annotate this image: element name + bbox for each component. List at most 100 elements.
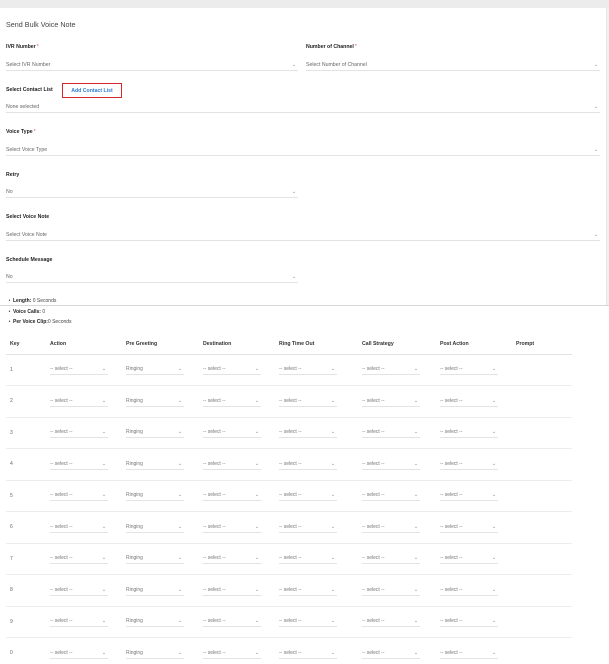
table-row: 7 -- select -- ⌄ Ringing ⌄ -- select -- ⌄ -- se… [6,543,572,575]
post-action-select-value: -- select -- [440,523,463,530]
ring-time-out-select[interactable]: -- select -- ⌄ [279,585,337,596]
contact-list-select[interactable]: None selected ⌄ [6,101,600,113]
voice-note-select[interactable]: Select Voice Note ⌄ [6,229,600,241]
destination-select[interactable]: -- select -- ⌄ [203,490,261,502]
pre-greeting-select[interactable]: Ringing ⌄ [126,490,184,502]
action-select[interactable]: -- select -- ⌄ [50,522,108,533]
chevron-down-icon: ⌄ [177,492,183,499]
destination-cell: -- select -- ⌄ [199,385,275,418]
ring-time-out-select-value: -- select -- [279,429,302,436]
pre-greeting-select[interactable]: Ringing ⌄ [126,522,184,533]
ring-time-out-select[interactable]: -- select -- ⌄ [279,616,337,628]
ring-time-out-select-value: -- select -- [279,649,302,656]
call-strategy-select[interactable]: -- select -- ⌄ [362,427,420,439]
post-action-select[interactable]: -- select -- ⌄ [440,585,498,596]
post-action-select[interactable]: -- select -- ⌄ [440,427,498,439]
retry-select[interactable]: No ⌄ [6,186,298,198]
action-select[interactable]: -- select -- ⌄ [50,396,108,407]
pre-greeting-select[interactable]: Ringing ⌄ [126,459,184,470]
ring-time-out-select[interactable]: -- select -- ⌄ [279,364,337,376]
destination-select[interactable]: -- select -- ⌄ [203,522,261,533]
chevron-down-icon: ⌄ [330,366,336,373]
pre-greeting-select[interactable]: Ringing ⌄ [126,585,184,596]
pre-greeting-select[interactable]: Ringing ⌄ [126,396,184,407]
pre-greeting-select[interactable]: Ringing ⌄ [126,616,184,628]
post-action-select[interactable]: -- select -- ⌄ [440,648,498,659]
call-strategy-select[interactable]: -- select -- ⌄ [362,585,420,596]
ring-time-out-select[interactable]: -- select -- ⌄ [279,427,337,439]
schedule-message-select[interactable]: No ⌄ [6,271,298,283]
pre-greeting-cell: Ringing ⌄ [122,574,199,607]
key-cell: 3 [6,417,46,449]
chevron-down-icon: ⌄ [330,492,336,499]
action-select[interactable]: -- select -- ⌄ [50,364,108,376]
call-strategy-select[interactable]: -- select -- ⌄ [362,616,420,628]
ring-time-out-select[interactable]: -- select -- ⌄ [279,522,337,533]
action-cell: -- select -- ⌄ [46,417,122,449]
table-row: 2 -- select -- ⌄ Ringing ⌄ -- select -- ⌄ -- se… [6,385,572,418]
voice-note-placeholder: Select Voice Note [6,231,47,238]
table-header-row: Key Action Pre Greeting Destination Ring… [6,334,572,355]
ring-time-out-select[interactable]: -- select -- ⌄ [279,459,337,470]
pre-greeting-cell: Ringing ⌄ [122,385,199,418]
destination-select[interactable]: -- select -- ⌄ [203,585,261,596]
key-cell: 1 [6,354,46,386]
post-action-select[interactable]: -- select -- ⌄ [440,396,498,407]
ring-time-out-cell: -- select -- ⌄ [275,543,358,575]
call-strategy-select[interactable]: -- select -- ⌄ [362,522,420,533]
add-contact-list-link[interactable]: Add Contact List [62,83,122,98]
destination-select[interactable]: -- select -- ⌄ [203,616,261,628]
ring-time-out-select[interactable]: -- select -- ⌄ [279,490,337,502]
ring-time-out-select[interactable]: -- select -- ⌄ [279,648,337,659]
ring-time-out-cell: -- select -- ⌄ [275,417,358,449]
ring-time-out-cell: -- select -- ⌄ [275,354,358,386]
pre-greeting-select[interactable]: Ringing ⌄ [126,553,184,565]
destination-select-value: -- select -- [203,618,226,625]
number-of-channel-select[interactable]: Select Number of Channel ⌄ [306,59,600,71]
action-select[interactable]: -- select -- ⌄ [50,459,108,470]
call-strategy-select[interactable]: -- select -- ⌄ [362,459,420,470]
call-strategy-select[interactable]: -- select -- ⌄ [362,648,420,659]
destination-select[interactable]: -- select -- ⌄ [203,553,261,565]
ring-time-out-select[interactable]: -- select -- ⌄ [279,553,337,565]
destination-select[interactable]: -- select -- ⌄ [203,427,261,439]
action-select[interactable]: -- select -- ⌄ [50,616,108,628]
chevron-down-icon: ⌄ [330,460,336,467]
pre-greeting-select[interactable]: Ringing ⌄ [126,364,184,376]
post-action-select[interactable]: -- select -- ⌄ [440,522,498,533]
call-strategy-select[interactable]: -- select -- ⌄ [362,396,420,407]
ivr-number-select[interactable]: Select IVR Number ⌄ [6,59,298,71]
destination-select[interactable]: -- select -- ⌄ [203,364,261,376]
call-strategy-select[interactable]: -- select -- ⌄ [362,553,420,565]
ring-time-out-select[interactable]: -- select -- ⌄ [279,396,337,407]
call-strategy-select[interactable]: -- select -- ⌄ [362,364,420,376]
post-action-select-value: -- select -- [440,649,463,656]
action-select[interactable]: -- select -- ⌄ [50,427,108,439]
destination-select[interactable]: -- select -- ⌄ [203,459,261,470]
action-select[interactable]: -- select -- ⌄ [50,553,108,565]
post-action-select[interactable]: -- select -- ⌄ [440,459,498,470]
chevron-down-icon: ⌄ [101,618,107,625]
chevron-down-icon: ⌄ [330,397,336,404]
action-select[interactable]: -- select -- ⌄ [50,648,108,659]
contact-list-label: Select Contact List [6,87,53,93]
action-select[interactable]: -- select -- ⌄ [50,585,108,596]
destination-select-value: -- select -- [203,429,226,436]
destination-select-value: -- select -- [203,397,226,404]
chevron-down-icon: ⌄ [177,429,183,436]
ring-time-out-select-value: -- select -- [279,492,302,499]
call-strategy-select[interactable]: -- select -- ⌄ [362,490,420,502]
chevron-down-icon: ⌄ [593,61,599,68]
post-action-select[interactable]: -- select -- ⌄ [440,616,498,628]
pre-greeting-select[interactable]: Ringing ⌄ [126,427,184,439]
destination-select[interactable]: -- select -- ⌄ [203,648,261,659]
action-select[interactable]: -- select -- ⌄ [50,490,108,502]
schedule-message-label: Schedule Message [6,257,53,263]
destination-select[interactable]: -- select -- ⌄ [203,396,261,407]
post-action-select[interactable]: -- select -- ⌄ [440,490,498,502]
post-action-select-value: -- select -- [440,366,463,373]
pre-greeting-select[interactable]: Ringing ⌄ [126,648,184,659]
post-action-select[interactable]: -- select -- ⌄ [440,553,498,565]
post-action-select[interactable]: -- select -- ⌄ [440,364,498,376]
voice-type-select[interactable]: Select Voice Type ⌄ [6,144,600,156]
